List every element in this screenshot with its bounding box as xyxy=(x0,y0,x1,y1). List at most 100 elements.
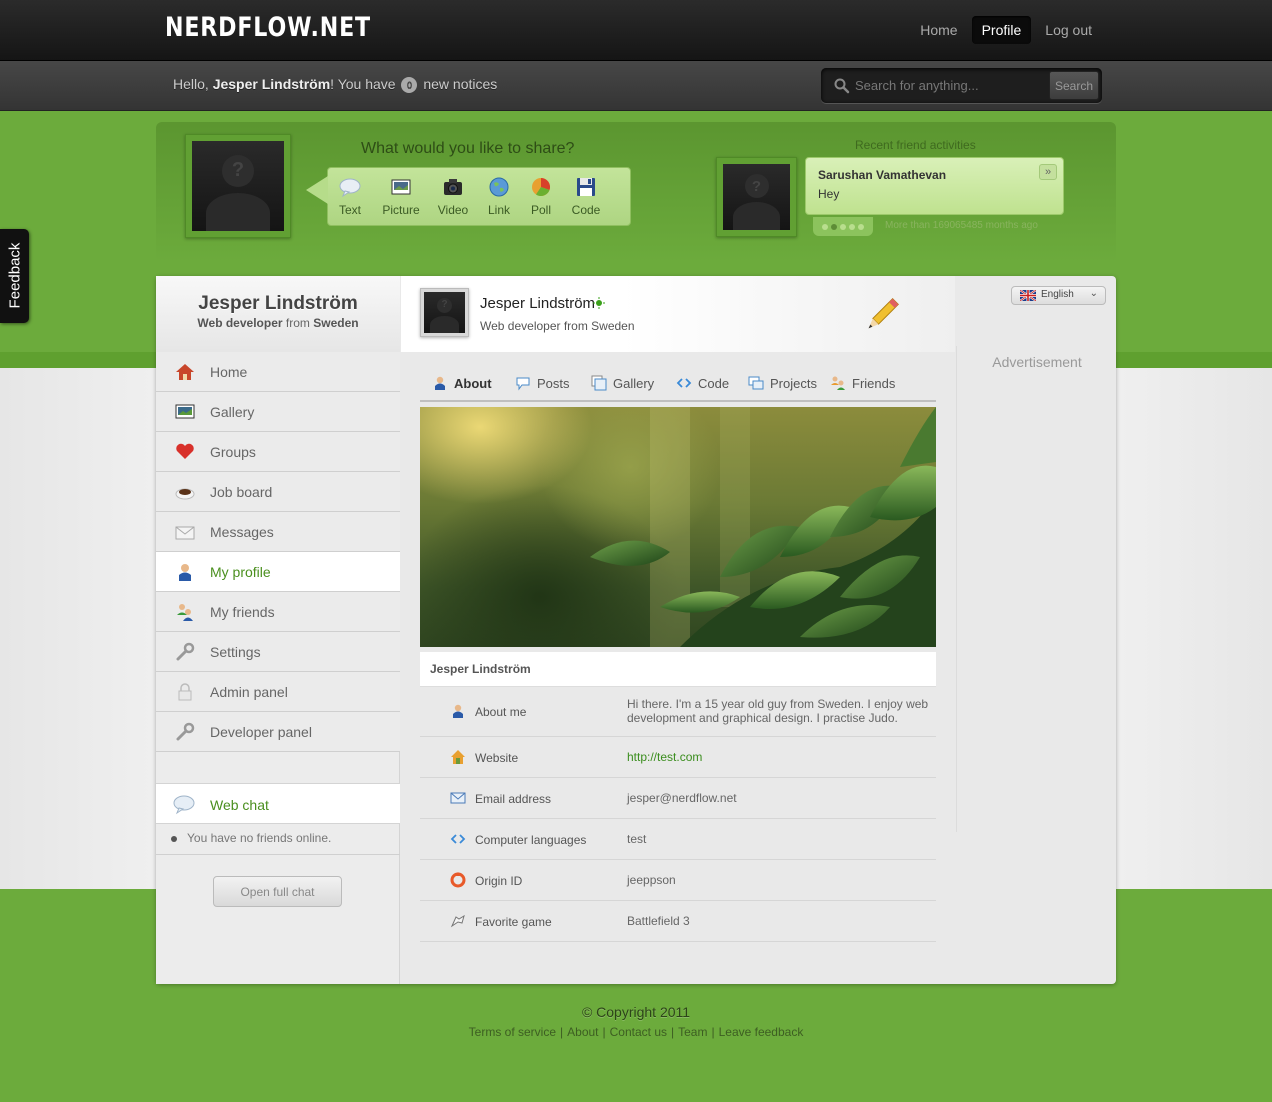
pager-dot-active[interactable] xyxy=(831,223,837,230)
tab-gallery[interactable]: Gallery xyxy=(591,375,654,391)
greeting-suffix: new notices xyxy=(423,76,498,92)
nav-profile-link[interactable]: Profile xyxy=(971,16,1032,44)
info-row-favorite-game: Favorite game Battlefield 3 xyxy=(420,901,936,942)
profile-avatar[interactable]: ? xyxy=(420,288,469,337)
tab-label: Projects xyxy=(770,376,817,391)
sidebar-item-job-board[interactable]: Job board xyxy=(156,472,400,512)
code-icon xyxy=(676,378,692,388)
footer-link-contact[interactable]: Contact us xyxy=(610,1025,667,1039)
sidebar-item-label: My friends xyxy=(210,604,275,620)
language-select[interactable]: English ⌄ xyxy=(1011,286,1106,305)
envelope-icon xyxy=(450,792,466,804)
picture-icon xyxy=(391,179,411,195)
footer-links: Terms of service | About | Contact us | Team | L… xyxy=(468,1025,804,1039)
sidebar-item-developer-panel[interactable]: Developer panel xyxy=(156,712,400,752)
sidebar-item-label: Developer panel xyxy=(210,724,312,740)
search-input[interactable] xyxy=(855,74,1045,97)
feedback-tab[interactable]: Feedback xyxy=(0,229,29,323)
tab-projects[interactable]: Projects xyxy=(748,376,817,391)
web-chat-header[interactable]: Web chat xyxy=(156,783,400,824)
pie-chart-icon xyxy=(532,177,551,197)
footer-link-about[interactable]: About xyxy=(567,1025,598,1039)
pencil-icon[interactable] xyxy=(861,294,903,336)
sidebar-item-home[interactable]: Home xyxy=(156,352,400,392)
chat-status: You have no friends online. xyxy=(156,824,400,855)
website-link[interactable]: http://test.com xyxy=(627,750,932,764)
activity-text: Hey xyxy=(818,187,840,201)
footer-link-team[interactable]: Team xyxy=(678,1025,707,1039)
speech-bubble-icon xyxy=(173,795,195,815)
tab-friends[interactable]: Friends xyxy=(831,376,896,391)
activity-next-icon[interactable]: » xyxy=(1039,164,1057,180)
sidebar-item-my-profile[interactable]: My profile xyxy=(156,552,400,592)
cover-photo xyxy=(420,407,936,647)
friend-avatar[interactable]: ? xyxy=(716,157,797,237)
sidebar-item-admin-panel[interactable]: Admin panel xyxy=(156,672,400,712)
share-picture-button[interactable]: Picture xyxy=(379,176,423,217)
activity-pager[interactable] xyxy=(813,217,873,236)
info-label: Computer languages xyxy=(475,833,587,847)
top-bar: NERDFLOW.NET Home Profile Log out xyxy=(0,0,1272,61)
wrench-icon xyxy=(176,722,195,741)
tab-posts[interactable]: Posts xyxy=(516,376,570,391)
pager-dot[interactable] xyxy=(822,223,828,230)
sidebar-item-gallery[interactable]: Gallery xyxy=(156,392,400,432)
picture-icon xyxy=(175,404,195,419)
share-poll-button[interactable]: Poll xyxy=(529,176,553,217)
nav-home-link[interactable]: Home xyxy=(910,16,967,44)
open-full-chat-button[interactable]: Open full chat xyxy=(213,876,342,907)
house-icon xyxy=(451,750,465,764)
share-code-label: Code xyxy=(571,203,601,217)
sidebar-item-settings[interactable]: Settings xyxy=(156,632,400,672)
info-label: Origin ID xyxy=(475,874,523,888)
top-nav: Home Profile Log out xyxy=(910,16,1102,44)
my-avatar[interactable]: ? xyxy=(185,134,291,238)
share-title: What would you like to share? xyxy=(361,140,575,157)
sidebar-item-messages[interactable]: Messages xyxy=(156,512,400,552)
wrench-icon xyxy=(176,642,195,661)
footer-link-leave-feedback[interactable]: Leave feedback xyxy=(719,1025,804,1039)
search-button[interactable]: Search xyxy=(1049,71,1099,100)
share-video-label: Video xyxy=(437,203,469,217)
profile-role: Web developer from Sweden xyxy=(480,319,635,333)
heart-icon xyxy=(176,443,194,459)
pager-dot[interactable] xyxy=(849,223,855,230)
sidebar-user-role: Web developer from Sweden xyxy=(197,316,359,330)
share-link-button[interactable]: Link xyxy=(487,176,511,217)
profile-header: ? Jesper Lindström Web developer from Sw… xyxy=(401,276,955,352)
notice-count-badge[interactable]: 0 xyxy=(401,77,418,93)
tab-about[interactable]: About xyxy=(435,376,492,391)
nav-logout-link[interactable]: Log out xyxy=(1035,16,1102,44)
share-poll-label: Poll xyxy=(530,203,551,217)
language-label: English xyxy=(1041,289,1074,300)
sidebar-item-my-friends[interactable]: My friends xyxy=(156,592,400,632)
activity-card[interactable]: Sarushan Vamathevan Hey » xyxy=(805,157,1064,215)
footer-link-terms[interactable]: Terms of service xyxy=(469,1025,556,1039)
share-code-button[interactable]: Code xyxy=(570,176,602,217)
site-logo[interactable]: NERDFLOW.NET xyxy=(165,12,371,43)
info-label: Email address xyxy=(475,792,552,806)
globe-icon xyxy=(489,177,509,197)
pager-dot[interactable] xyxy=(858,223,864,230)
greeting-user-name[interactable]: Jesper Lindström xyxy=(213,76,330,92)
origin-icon xyxy=(450,872,466,888)
greeting-mid: ! You have xyxy=(330,76,396,92)
pager-dot[interactable] xyxy=(840,223,846,230)
activity-friend-name[interactable]: Sarushan Vamathevan xyxy=(818,168,946,182)
recent-activities-title: Recent friend activities xyxy=(855,138,976,152)
user-icon xyxy=(453,704,463,718)
user-icon xyxy=(435,376,445,390)
share-text-button[interactable]: Text xyxy=(338,176,362,217)
profile-tabs: About Posts Gallery Code Projects Friend… xyxy=(420,373,936,402)
share-video-button[interactable]: Video xyxy=(436,176,470,217)
users-icon xyxy=(831,376,845,390)
tab-label: Friends xyxy=(852,376,896,391)
search-icon xyxy=(834,78,850,94)
tab-label: Posts xyxy=(537,376,570,391)
info-label: About me xyxy=(475,705,527,719)
sidebar-item-groups[interactable]: Groups xyxy=(156,432,400,472)
tab-label: Code xyxy=(698,376,730,391)
info-row-origin-id: Origin ID jeeppson xyxy=(420,860,936,901)
tab-code[interactable]: Code xyxy=(676,376,730,391)
tab-label: About xyxy=(454,376,492,391)
